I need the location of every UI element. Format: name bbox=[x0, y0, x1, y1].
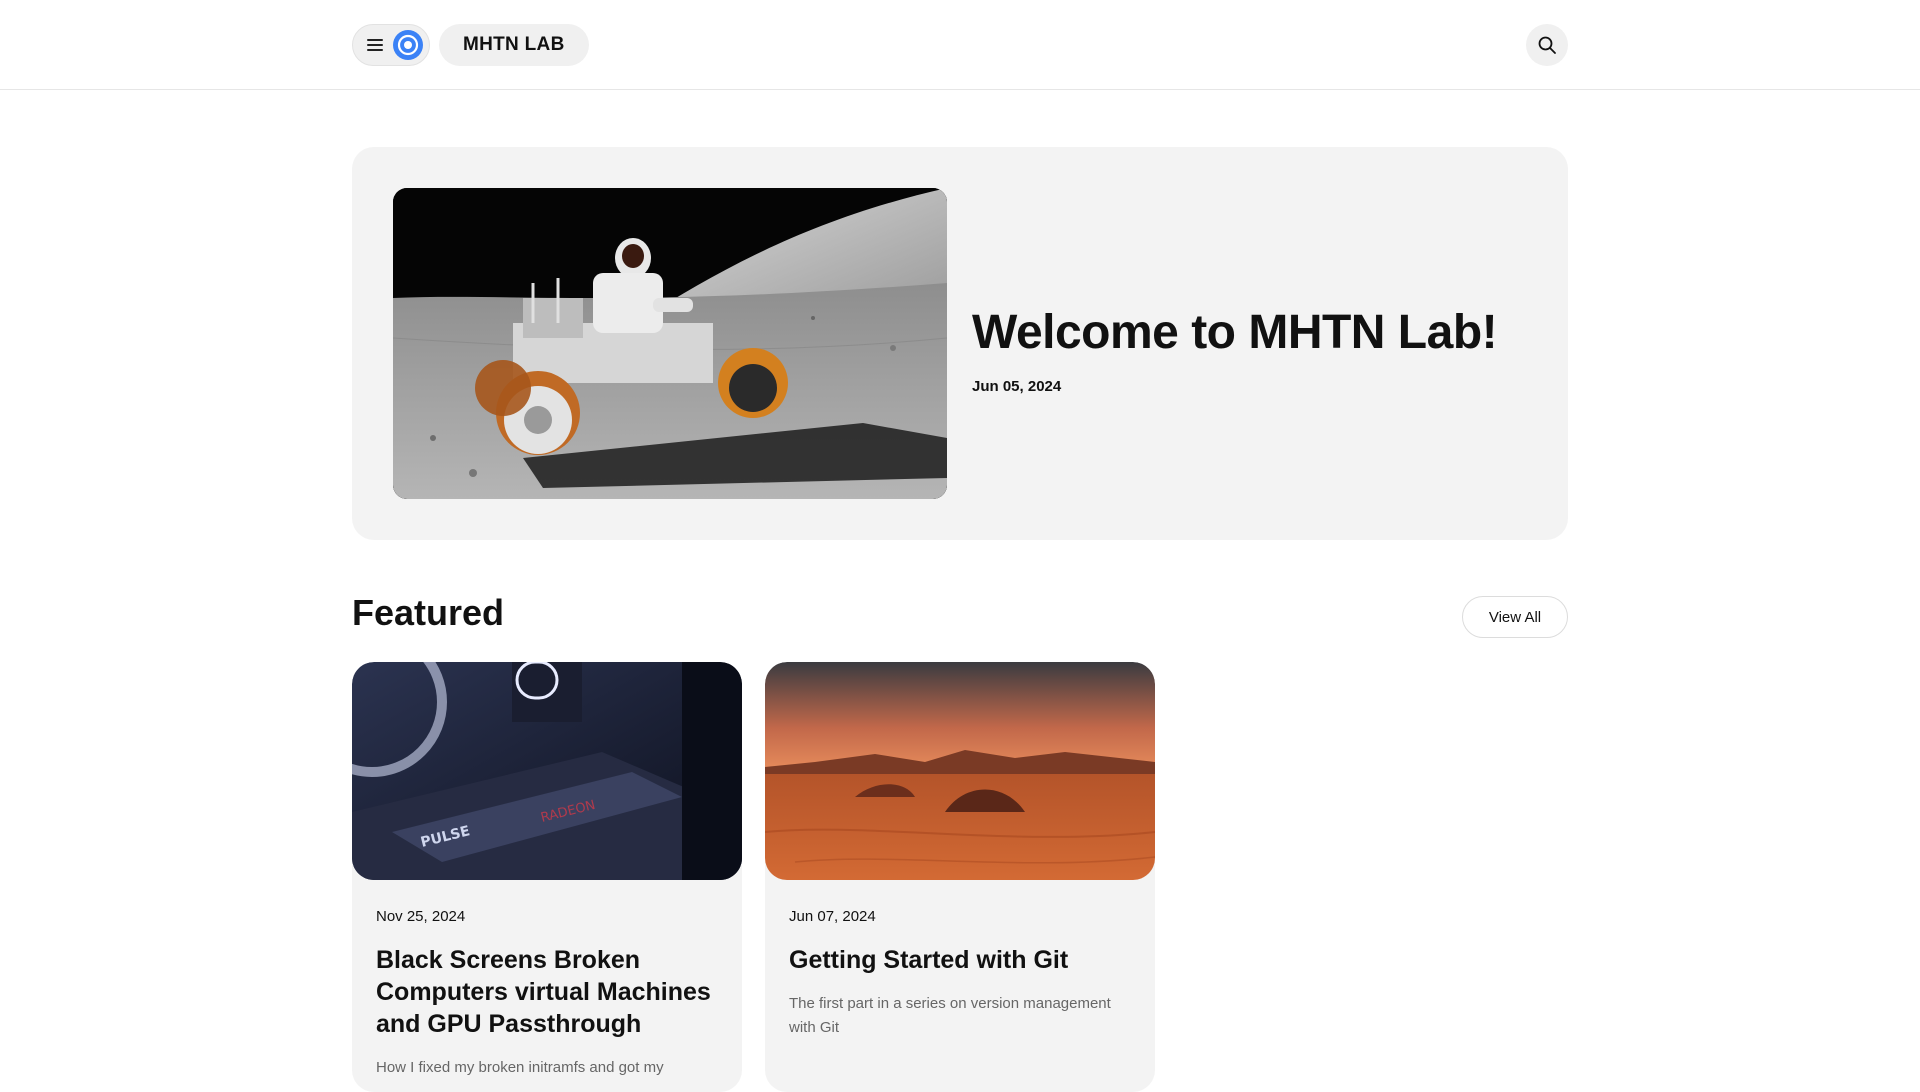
search-button[interactable] bbox=[1526, 24, 1568, 66]
search-icon bbox=[1538, 36, 1556, 54]
card-date: Jun 07, 2024 bbox=[789, 908, 876, 925]
hero-post-date: Jun 05, 2024 bbox=[972, 378, 1062, 395]
card-title[interactable]: Getting Started with Git bbox=[789, 944, 1134, 976]
hero-post-card[interactable]: Welcome to MHTN Lab! Jun 05, 2024 bbox=[352, 147, 1568, 540]
menu-button[interactable] bbox=[352, 24, 430, 66]
featured-post-card[interactable]: PULSE RADEON Nov 25, 2024 Black Screens … bbox=[352, 662, 742, 1092]
hero-post-title[interactable]: Welcome to MHTN Lab! bbox=[972, 305, 1498, 360]
featured-post-image[interactable]: PULSE RADEON bbox=[352, 662, 742, 880]
site-brand-link[interactable]: MHTN LAB bbox=[439, 24, 589, 66]
card-description: How I fixed my broken initramfs and got … bbox=[376, 1059, 664, 1076]
card-date: Nov 25, 2024 bbox=[376, 908, 466, 925]
featured-post-image[interactable] bbox=[765, 662, 1155, 880]
top-navigation-bar: MHTN LAB bbox=[0, 0, 1920, 90]
card-title[interactable]: Black Screens Broken Computers virtual M… bbox=[376, 944, 721, 1040]
hero-post-image[interactable] bbox=[393, 188, 947, 499]
ring-logo-icon bbox=[393, 30, 423, 60]
featured-post-card[interactable]: Jun 07, 2024 Getting Started with Git Th… bbox=[765, 662, 1155, 1092]
featured-heading: Featured bbox=[352, 592, 505, 633]
card-description: The first part in a series on version ma… bbox=[789, 995, 1111, 1036]
view-all-button[interactable]: View All bbox=[1462, 596, 1568, 638]
hamburger-icon bbox=[367, 38, 383, 52]
